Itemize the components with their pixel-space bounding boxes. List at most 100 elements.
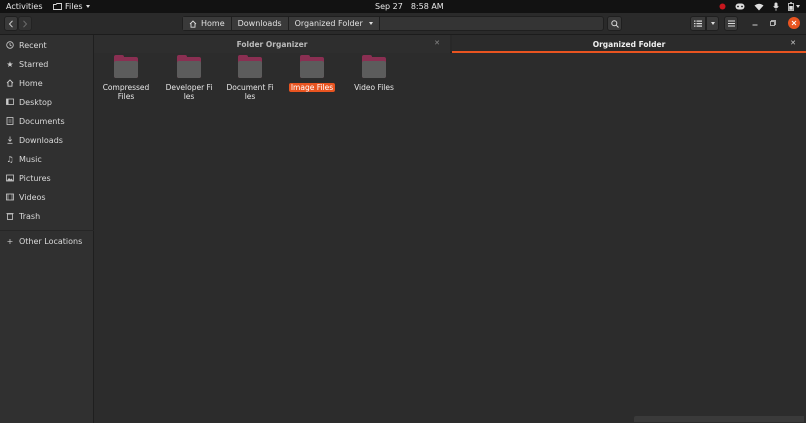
list-view-icon [694, 20, 702, 27]
sidebar-item-home[interactable]: Home [0, 75, 94, 91]
file-item[interactable]: Document Files [224, 55, 276, 101]
sidebar-item-videos[interactable]: Videos [0, 189, 94, 205]
chevron-down-icon [368, 22, 373, 25]
sidebar-item-music[interactable]: ♫ Music [0, 151, 94, 167]
folder-icon [53, 3, 62, 10]
sidebar-item-recent[interactable]: Recent [0, 37, 94, 53]
file-item-label: Compressed Files [102, 83, 150, 101]
file-item[interactable]: Compressed Files [100, 55, 152, 101]
file-item[interactable]: Video Files [348, 55, 400, 92]
forward-button[interactable] [18, 16, 32, 31]
chevron-left-icon [8, 19, 13, 28]
picture-icon [6, 174, 14, 182]
sidebar-item-label: Videos [19, 192, 46, 202]
document-icon [6, 117, 14, 125]
chevron-down-icon [796, 5, 800, 8]
star-icon: ★ [6, 59, 14, 69]
clock[interactable]: Sep 27 8:58 AM [375, 2, 444, 11]
breadcrumb-label: Organized Folder [294, 19, 363, 28]
battery-icon [788, 2, 794, 11]
home-icon [6, 79, 14, 87]
tab-bar: Folder Organizer ✕ Organized Folder ✕ [94, 35, 806, 53]
sidebar: Recent ★ Starred Home Desktop Documents … [0, 35, 94, 423]
sidebar-item-label: Music [19, 154, 42, 164]
file-item[interactable]: Developer Files [163, 55, 215, 101]
back-button[interactable] [4, 16, 18, 31]
clock-time: 8:58 AM [410, 2, 444, 11]
restore-icon [770, 20, 776, 26]
view-toggle-button[interactable] [690, 16, 706, 31]
file-item-label: Image Files [288, 83, 336, 92]
download-icon [6, 136, 14, 144]
close-button[interactable] [788, 17, 800, 29]
sidebar-item-label: Documents [19, 116, 65, 126]
clock-date: Sep 27 [375, 2, 403, 11]
view-options-button[interactable] [706, 16, 719, 31]
sidebar-item-label: Recent [19, 40, 47, 50]
search-icon [610, 19, 619, 28]
gamepad-icon [735, 3, 745, 10]
breadcrumb-home[interactable]: Home [183, 17, 232, 30]
maximize-button[interactable] [767, 17, 779, 29]
activities-button[interactable]: Activities [6, 2, 43, 11]
file-item-selected[interactable]: Image Files [286, 55, 338, 92]
video-icon [6, 193, 14, 201]
tab-label: Folder Organizer [236, 39, 308, 49]
file-item-label: Developer Files [165, 83, 213, 101]
home-icon [189, 19, 197, 28]
music-icon: ♫ [6, 154, 14, 164]
sidebar-item-trash[interactable]: Trash [0, 208, 94, 224]
minimize-button[interactable] [749, 17, 761, 29]
system-tray[interactable] [719, 1, 800, 12]
wifi-icon [754, 3, 764, 10]
status-bar [634, 416, 804, 422]
recording-indicator-icon [719, 3, 726, 10]
sidebar-item-label: Trash [19, 211, 41, 221]
folder-icon [362, 55, 386, 78]
close-icon[interactable]: ✕ [790, 39, 796, 47]
hamburger-icon [727, 20, 735, 27]
plus-icon: + [6, 236, 14, 246]
breadcrumb-label: Home [201, 19, 225, 28]
sidebar-item-label: Other Locations [19, 236, 83, 246]
breadcrumb-label: Downloads [237, 19, 282, 28]
file-item-label: Video Files [354, 83, 394, 92]
sidebar-item-pictures[interactable]: Pictures [0, 170, 94, 186]
sidebar-item-label: Pictures [19, 173, 51, 183]
chevron-down-icon [710, 22, 715, 25]
desktop-icon [6, 98, 14, 106]
tab-organized-folder[interactable]: Organized Folder ✕ [452, 35, 806, 53]
sidebar-divider [0, 230, 94, 231]
breadcrumb-downloads[interactable]: Downloads [231, 17, 289, 30]
sidebar-item-desktop[interactable]: Desktop [0, 94, 94, 110]
chevron-down-icon [85, 5, 90, 8]
sidebar-item-label: Desktop [19, 97, 52, 107]
minimize-icon [752, 24, 758, 26]
close-icon [791, 20, 797, 26]
sidebar-item-starred[interactable]: ★ Starred [0, 56, 94, 72]
microphone-icon [773, 2, 779, 11]
folder-icon [114, 55, 138, 78]
file-item-label: Document Files [226, 83, 274, 101]
folder-icon [177, 55, 201, 78]
tab-label: Organized Folder [592, 39, 666, 49]
file-view[interactable]: Compressed Files Developer Files Documen… [94, 53, 806, 423]
main-menu-button[interactable] [724, 16, 738, 31]
folder-icon [300, 55, 324, 78]
sidebar-item-documents[interactable]: Documents [0, 113, 94, 129]
search-button[interactable] [607, 16, 622, 31]
trash-icon [6, 212, 14, 220]
sidebar-item-downloads[interactable]: Downloads [0, 132, 94, 148]
sidebar-item-label: Downloads [19, 135, 63, 145]
tab-folder-organizer[interactable]: Folder Organizer ✕ [94, 35, 450, 53]
top-panel: Activities Files Sep 27 8:58 AM [0, 0, 806, 13]
breadcrumb-organized-folder[interactable]: Organized Folder [288, 17, 380, 30]
folder-icon [238, 55, 262, 78]
sidebar-item-label: Home [19, 78, 43, 88]
clock-icon [6, 41, 14, 49]
sidebar-item-other-locations[interactable]: + Other Locations [0, 233, 94, 249]
power-menu[interactable] [788, 2, 800, 11]
path-bar: Home Downloads Organized Folder [182, 16, 604, 31]
app-menu[interactable]: Files [53, 2, 90, 11]
close-icon[interactable]: ✕ [434, 39, 440, 47]
